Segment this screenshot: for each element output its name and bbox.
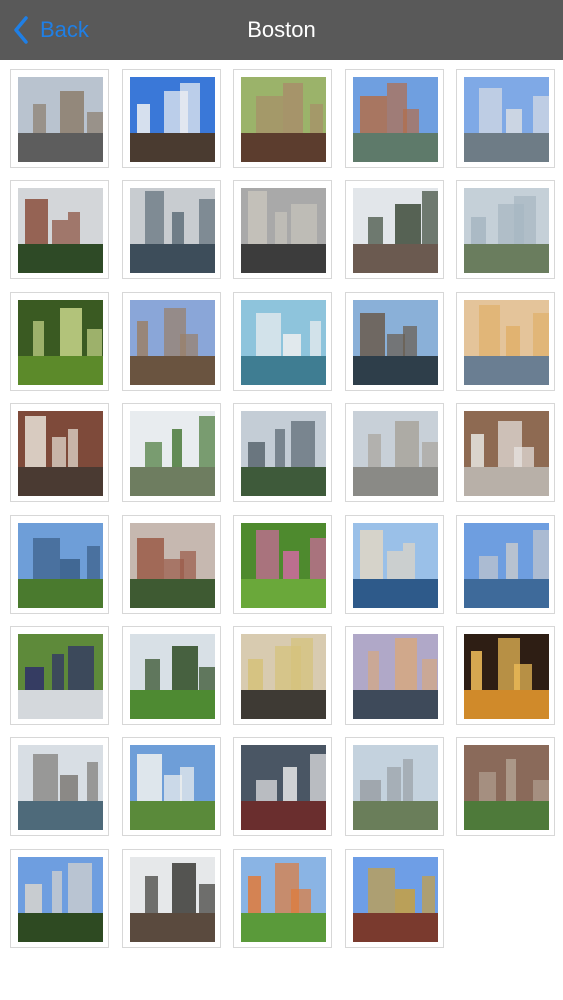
- back-label: Back: [40, 17, 89, 42]
- photo-paul-revere-statue: [130, 857, 215, 942]
- photo-tile[interactable]: [10, 737, 109, 836]
- photo-dusk-waterfront: [353, 634, 438, 719]
- photo-tile[interactable]: [456, 403, 555, 502]
- photo-tile[interactable]: [122, 626, 221, 725]
- photo-tile[interactable]: [10, 849, 109, 948]
- photo-common-lawn-trees: [130, 634, 215, 719]
- photo-tile[interactable]: [233, 626, 332, 725]
- photo-custom-house-street: [18, 857, 103, 942]
- photo-tile[interactable]: [122, 403, 221, 502]
- photo-waterfront-lofts: [353, 77, 438, 162]
- photo-bunker-hill-tower: [130, 300, 215, 385]
- photo-blossom-tree: [130, 745, 215, 830]
- photo-tile[interactable]: [345, 737, 444, 836]
- photo-aerial-city-park: [353, 745, 438, 830]
- photo-tile[interactable]: [345, 626, 444, 725]
- photo-tile[interactable]: [233, 180, 332, 279]
- photo-brick-apartment-corner: [130, 523, 215, 608]
- photo-grasshopper-weathervane: [353, 857, 438, 942]
- photo-tile[interactable]: [122, 292, 221, 391]
- photo-tile[interactable]: [233, 403, 332, 502]
- photo-sunset-esplanade: [464, 300, 549, 385]
- photo-tile[interactable]: [233, 849, 332, 948]
- photo-tile[interactable]: [122, 69, 221, 168]
- photo-tile[interactable]: [456, 737, 555, 836]
- photo-pond-skyline: [241, 411, 326, 496]
- photo-tile[interactable]: [456, 515, 555, 614]
- photo-tile[interactable]: [10, 292, 109, 391]
- photo-highway-skyline: [18, 77, 103, 162]
- photo-old-state-house: [241, 745, 326, 830]
- photo-tile[interactable]: [122, 849, 221, 948]
- photo-tile[interactable]: [345, 403, 444, 502]
- photo-battery-wharf-sign: [353, 188, 438, 273]
- photo-tile[interactable]: [10, 515, 109, 614]
- photo-tile[interactable]: [10, 180, 109, 279]
- photo-river-skyline-day: [353, 523, 438, 608]
- photo-church-tower-city: [464, 411, 549, 496]
- photo-rooftops-aerial: [464, 745, 549, 830]
- photo-tile[interactable]: [10, 626, 109, 725]
- photo-lagoon-bridge: [130, 411, 215, 496]
- photo-tree-lined-avenue: [18, 523, 103, 608]
- photo-seaport-towers: [464, 77, 549, 162]
- photo-tile[interactable]: [345, 180, 444, 279]
- photo-tile[interactable]: [345, 292, 444, 391]
- photo-yellow-house-fence: [241, 634, 326, 719]
- photo-waterfront-highrises: [464, 523, 549, 608]
- photo-tile[interactable]: [345, 849, 444, 948]
- photo-rowes-wharf-arch: [241, 188, 326, 273]
- photo-beacon-hill-rowhouses: [18, 411, 103, 496]
- photo-night-plaza-lights: [464, 634, 549, 719]
- photo-tile[interactable]: [122, 180, 221, 279]
- photo-skyline-from-harbor: [18, 745, 103, 830]
- photo-graffiti-wall: [18, 634, 103, 719]
- photo-park-path-evening: [18, 300, 103, 385]
- photo-tile[interactable]: [456, 180, 555, 279]
- photo-tile[interactable]: [233, 69, 332, 168]
- photo-tile[interactable]: [456, 626, 555, 725]
- photo-tile[interactable]: [122, 737, 221, 836]
- navigation-bar: Back Boston: [0, 0, 563, 60]
- photo-charles-river-skyline: [130, 188, 215, 273]
- photo-tile[interactable]: [233, 292, 332, 391]
- photo-custom-house-tower: [130, 77, 215, 162]
- photo-tile[interactable]: [456, 292, 555, 391]
- photo-tile[interactable]: [345, 515, 444, 614]
- photo-tile[interactable]: [122, 515, 221, 614]
- back-button[interactable]: Back: [14, 14, 89, 46]
- photo-harbor-aerial: [464, 188, 549, 273]
- photo-tile[interactable]: [10, 69, 109, 168]
- photo-brick-building-corner: [241, 77, 326, 162]
- photo-lamp-park-path: [241, 857, 326, 942]
- chevron-left-icon: [14, 16, 28, 44]
- photo-pier-bridge: [353, 300, 438, 385]
- photo-tile[interactable]: [233, 737, 332, 836]
- photo-gothic-church: [18, 188, 103, 273]
- photo-marina-boats: [241, 300, 326, 385]
- photo-tile[interactable]: [456, 69, 555, 168]
- photo-tile[interactable]: [345, 69, 444, 168]
- photo-custom-house-closeup: [353, 411, 438, 496]
- photo-tile[interactable]: [233, 515, 332, 614]
- photo-flower-urn: [241, 523, 326, 608]
- photo-tile[interactable]: [10, 403, 109, 502]
